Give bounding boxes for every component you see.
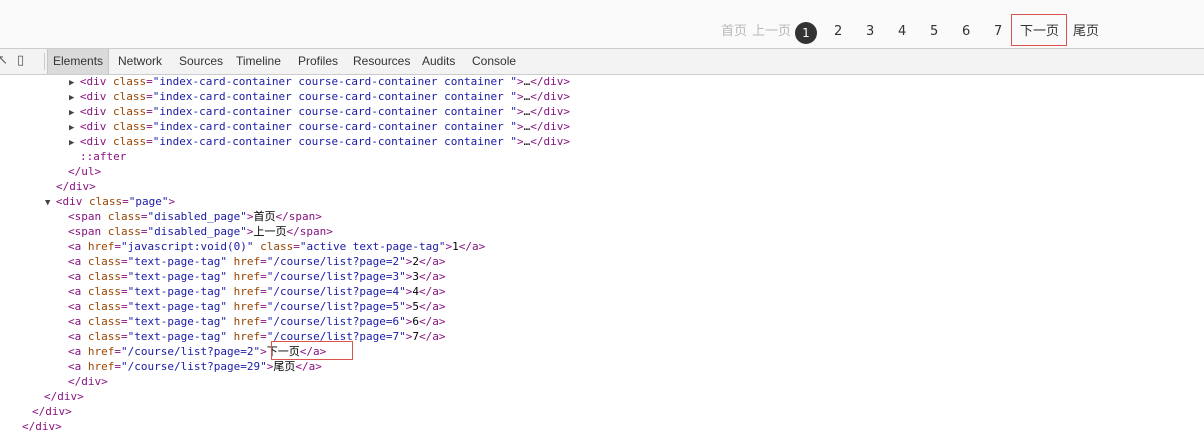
- last-page-link[interactable]: 尾页: [1073, 24, 1099, 40]
- dom-node-source: </div>: [56, 180, 96, 193]
- page-link-3[interactable]: 3: [866, 24, 874, 40]
- pagination-bar: 首页 上一页 1 2 3 4 5 6 7 下一页 尾页: [0, 0, 1204, 48]
- dom-node-source: <div class="index-card-container course-…: [79, 120, 570, 133]
- page-link-5[interactable]: 5: [930, 24, 938, 40]
- dom-node-source: ::after: [80, 150, 127, 163]
- tab-timeline[interactable]: Timeline: [236, 49, 281, 74]
- prev-page-link: 上一页: [752, 24, 792, 39]
- dom-node-line[interactable]: ▼ <div class="page">: [45, 194, 176, 209]
- dom-node-source: <div class="index-card-container course-…: [79, 75, 570, 88]
- next-page-link[interactable]: 下一页: [1020, 24, 1059, 40]
- dom-node-source: <a class="text-page-tag" href="/course/l…: [68, 315, 446, 328]
- dom-node-line[interactable]: </ul>: [68, 164, 101, 179]
- first-page-link: 首页: [721, 24, 748, 39]
- dom-node-source: <a class="text-page-tag" href="/course/l…: [68, 255, 446, 268]
- dom-node-source: <a class="text-page-tag" href="/course/l…: [68, 330, 446, 343]
- collapsed-triangle-icon[interactable]: ▶: [69, 123, 80, 133]
- dom-node-source: <div class="index-card-container course-…: [79, 135, 570, 148]
- page-link-2[interactable]: 2: [834, 24, 842, 40]
- dom-node-source: </div>: [68, 375, 108, 388]
- dom-node-line[interactable]: ▶ <div class="index-card-container cours…: [69, 89, 570, 104]
- inspect-icon[interactable]: ↖: [0, 53, 8, 68]
- tab-elements[interactable]: Elements: [47, 49, 110, 74]
- dom-node-source: <span class="disabled_page">首页</span>: [68, 210, 322, 223]
- expanded-triangle-icon[interactable]: ▼: [45, 198, 56, 208]
- dom-node-source: </ul>: [68, 165, 102, 178]
- dom-node-line[interactable]: </div>: [32, 404, 72, 419]
- tab-console[interactable]: Console: [472, 49, 516, 74]
- dom-node-line[interactable]: ▶ <div class="index-card-container cours…: [69, 74, 570, 89]
- page-link-7[interactable]: 7: [994, 24, 1002, 40]
- dom-node-source: </div>: [32, 405, 72, 418]
- elements-tree: ▶ <div class="index-card-container cours…: [0, 74, 1204, 433]
- dom-node-source: <div class="index-card-container course-…: [79, 105, 570, 118]
- dom-node-source: <span class="disabled_page">上一页</span>: [68, 225, 333, 238]
- dom-node-line[interactable]: ▶ <div class="index-card-container cours…: [69, 134, 570, 149]
- next-node-highlight: [271, 341, 353, 360]
- dom-node-line[interactable]: <span class="disabled_page">首页</span>: [68, 209, 322, 224]
- dom-node-line[interactable]: <span class="disabled_page">上一页</span>: [68, 224, 333, 239]
- collapsed-triangle-icon[interactable]: ▶: [69, 78, 80, 88]
- dom-node-line[interactable]: ::after: [80, 149, 126, 164]
- devtools-toolbar: ↖ ▯ Elements Network Sources Timeline Pr…: [0, 48, 1204, 75]
- dom-node-line[interactable]: ▶ <div class="index-card-container cours…: [69, 104, 570, 119]
- dom-node-line[interactable]: <a class="text-page-tag" href="/course/l…: [68, 254, 446, 269]
- dom-node-source: <a class="text-page-tag" href="/course/l…: [68, 285, 446, 298]
- page-link-4[interactable]: 4: [898, 24, 906, 40]
- dom-node-line[interactable]: </div>: [22, 419, 62, 434]
- dom-node-line[interactable]: <a class="text-page-tag" href="/course/l…: [68, 314, 446, 329]
- tab-network[interactable]: Network: [118, 49, 162, 74]
- page-link-1-active[interactable]: 1: [795, 22, 817, 44]
- dom-node-source: <a class="text-page-tag" href="/course/l…: [68, 270, 446, 283]
- dom-node-source: <div class="page">: [55, 195, 176, 208]
- dom-node-line[interactable]: <a class="text-page-tag" href="/course/l…: [68, 284, 446, 299]
- dom-node-line[interactable]: <a class="text-page-tag" href="/course/l…: [68, 299, 446, 314]
- dom-node-source: <a href="/course/list?page=29">尾页</a>: [68, 360, 322, 373]
- dom-node-source: </div>: [44, 390, 84, 403]
- dom-node-line[interactable]: <a class="text-page-tag" href="/course/l…: [68, 269, 446, 284]
- dom-node-source: </div>: [22, 420, 62, 433]
- collapsed-triangle-icon[interactable]: ▶: [69, 108, 80, 118]
- dom-node-line[interactable]: ▶ <div class="index-card-container cours…: [69, 119, 570, 134]
- tab-profiles[interactable]: Profiles: [298, 49, 338, 74]
- tab-resources[interactable]: Resources: [353, 49, 410, 74]
- toolbar-divider: [44, 53, 45, 70]
- page-link-6[interactable]: 6: [962, 24, 970, 40]
- dom-node-line[interactable]: <a href="/course/list?page=29">尾页</a>: [68, 359, 322, 374]
- dom-node-source: <div class="index-card-container course-…: [79, 90, 570, 103]
- dom-node-line[interactable]: <a href="javascript:void(0)" class="acti…: [68, 239, 485, 254]
- dom-node-line[interactable]: </div>: [56, 179, 96, 194]
- dom-node-line[interactable]: </div>: [68, 374, 108, 389]
- dom-node-line[interactable]: <a class="text-page-tag" href="/course/l…: [68, 329, 446, 344]
- tab-audits[interactable]: Audits: [422, 49, 455, 74]
- device-mode-icon[interactable]: ▯: [17, 53, 24, 68]
- dom-node-source: <a href="javascript:void(0)" class="acti…: [68, 240, 486, 253]
- tab-sources[interactable]: Sources: [179, 49, 223, 74]
- dom-node-source: <a class="text-page-tag" href="/course/l…: [68, 300, 446, 313]
- collapsed-triangle-icon[interactable]: ▶: [69, 138, 80, 148]
- collapsed-triangle-icon[interactable]: ▶: [69, 93, 80, 103]
- dom-node-line[interactable]: </div>: [44, 389, 84, 404]
